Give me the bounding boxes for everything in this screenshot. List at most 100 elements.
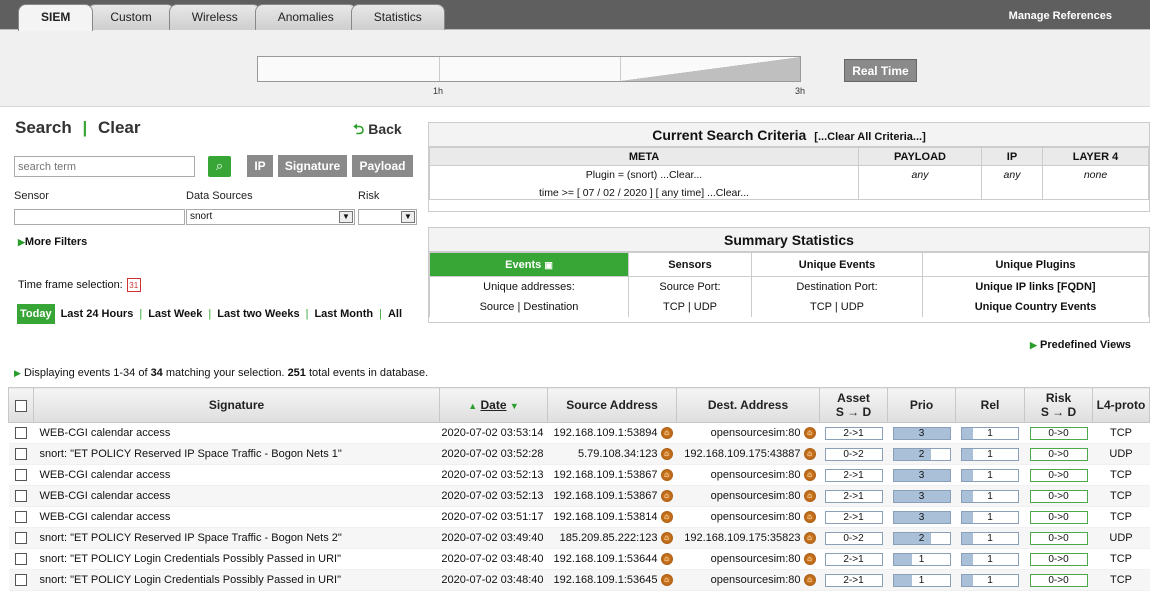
host-icon[interactable]: ⌂	[803, 469, 816, 482]
row-source[interactable]: 192.168.109.1:53894 ⌂	[547, 422, 677, 444]
criteria-meta-time[interactable]: time >= [ 07 / 02 / 2020 ] [ any time] .…	[430, 187, 858, 199]
payload-button[interactable]: Payload	[352, 155, 413, 177]
row-source[interactable]: 192.168.109.1:53645 ⌂	[547, 569, 677, 591]
row-source[interactable]: 192.168.109.1:53867 ⌂	[547, 485, 677, 507]
summary-dest-port[interactable]: Destination Port:	[751, 276, 923, 297]
host-icon[interactable]: ⌂	[803, 553, 816, 566]
row-dest[interactable]: 192.168.109.175:35823 ⌂	[676, 527, 820, 549]
row-signature[interactable]: snort: "ET POLICY Reserved IP Space Traf…	[33, 527, 440, 549]
calendar-icon[interactable]: 31	[126, 278, 141, 292]
search-input[interactable]	[14, 156, 195, 177]
host-icon[interactable]: ⌂	[803, 427, 816, 440]
table-row[interactable]: snort: "ET POLICY Login Credentials Poss…	[8, 548, 1150, 570]
table-row[interactable]: WEB-CGI calendar access 2020-07-02 03:53:…	[8, 422, 1150, 444]
host-icon[interactable]: ⌂	[660, 490, 673, 503]
table-row[interactable]: WEB-CGI calendar access 2020-07-02 03:52:…	[8, 464, 1150, 486]
row-signature[interactable]: snort: "ET POLICY Login Credentials Poss…	[33, 569, 440, 591]
col-dest-address[interactable]: Dest. Address	[676, 387, 820, 423]
time-link-month[interactable]: Last Month	[314, 308, 373, 320]
col-l4-proto[interactable]: L4-proto	[1092, 387, 1150, 423]
table-row[interactable]: WEB-CGI calendar access 2020-07-02 03:52:…	[8, 485, 1150, 507]
tab-custom[interactable]: Custom	[87, 4, 175, 30]
clear-all-criteria-link[interactable]: [...Clear All Criteria...]	[814, 131, 925, 143]
row-source[interactable]: 192.168.109.1:53814 ⌂	[547, 506, 677, 528]
realtime-button[interactable]: Real Time	[844, 59, 917, 82]
summary-src-dst[interactable]: Source | Destination	[429, 296, 629, 317]
time-link-two-weeks[interactable]: Last two Weeks	[217, 308, 299, 320]
row-source[interactable]: 192.168.109.1:53644 ⌂	[547, 548, 677, 570]
host-icon[interactable]: ⌂	[660, 532, 673, 545]
summary-tab-sensors[interactable]: Sensors	[628, 252, 752, 277]
col-prio[interactable]: Prio	[887, 387, 956, 423]
row-dest[interactable]: opensourcesim:80 ⌂	[676, 569, 820, 591]
row-dest[interactable]: opensourcesim:80 ⌂	[676, 506, 820, 528]
predefined-views-link[interactable]: ▶ Predefined Views	[1030, 339, 1131, 351]
summary-src-proto[interactable]: TCP | UDP	[628, 296, 752, 317]
col-rel[interactable]: Rel	[955, 387, 1025, 423]
tab-anomalies[interactable]: Anomalies	[254, 4, 357, 30]
host-icon[interactable]: ⌂	[660, 427, 673, 440]
clear-link[interactable]: Clear	[98, 118, 141, 137]
table-row[interactable]: snort: "ET POLICY Reserved IP Space Traf…	[8, 443, 1150, 465]
row-signature[interactable]: WEB-CGI calendar access	[33, 464, 440, 486]
row-source[interactable]: 5.79.108.34:123 ⌂	[547, 443, 677, 465]
timeline-graph[interactable]	[257, 56, 801, 82]
summary-source-port[interactable]: Source Port:	[628, 276, 752, 297]
row-signature[interactable]: WEB-CGI calendar access	[33, 422, 440, 444]
time-link-24h[interactable]: Last 24 Hours	[61, 308, 134, 320]
back-button[interactable]: ⮌ Back	[353, 119, 402, 143]
host-icon[interactable]: ⌂	[660, 448, 673, 461]
data-sources-select[interactable]: snort ▼	[186, 209, 355, 225]
select-all-checkbox[interactable]	[15, 399, 27, 412]
row-source[interactable]: 185.209.85.222:123 ⌂	[547, 527, 677, 549]
row-checkbox[interactable]	[15, 490, 27, 503]
col-risk[interactable]: Risk S → D	[1024, 387, 1093, 423]
sensor-field[interactable]	[14, 209, 185, 225]
col-signature[interactable]: Signature	[33, 387, 440, 423]
row-checkbox[interactable]	[15, 448, 27, 461]
row-checkbox[interactable]	[15, 532, 27, 545]
row-dest[interactable]: opensourcesim:80 ⌂	[676, 422, 820, 444]
host-icon[interactable]: ⌂	[660, 553, 673, 566]
col-asset[interactable]: Asset S → D	[819, 387, 888, 423]
col-date[interactable]: ▲ Date ▼	[439, 387, 548, 423]
tab-wireless[interactable]: Wireless	[168, 4, 261, 30]
time-link-today[interactable]: Today	[17, 304, 55, 324]
row-signature[interactable]: snort: "ET POLICY Login Credentials Poss…	[33, 548, 440, 570]
summary-tab-unique-events[interactable]: Unique Events	[751, 252, 923, 277]
summary-unique-country[interactable]: Unique Country Events	[922, 296, 1149, 317]
table-row[interactable]: snort: "ET POLICY Reserved IP Space Traf…	[8, 527, 1150, 549]
row-dest[interactable]: opensourcesim:80 ⌂	[676, 548, 820, 570]
host-icon[interactable]: ⌂	[803, 511, 816, 524]
host-icon[interactable]: ⌂	[803, 490, 816, 503]
time-link-all[interactable]: All	[388, 308, 402, 320]
ip-button[interactable]: IP	[247, 155, 273, 177]
row-source[interactable]: 192.168.109.1:53867 ⌂	[547, 464, 677, 486]
manage-references-link[interactable]: Manage References	[1009, 10, 1112, 22]
row-dest[interactable]: 192.168.109.175:43887 ⌂	[676, 443, 820, 465]
host-icon[interactable]: ⌂	[803, 532, 816, 545]
summary-tab-unique-plugins[interactable]: Unique Plugins	[922, 252, 1149, 277]
row-signature[interactable]: snort: "ET POLICY Reserved IP Space Traf…	[33, 443, 440, 465]
row-signature[interactable]: WEB-CGI calendar access	[33, 506, 440, 528]
summary-dst-proto[interactable]: TCP | UDP	[751, 296, 923, 317]
row-checkbox[interactable]	[15, 469, 27, 482]
row-dest[interactable]: opensourcesim:80 ⌂	[676, 464, 820, 486]
row-dest[interactable]: opensourcesim:80 ⌂	[676, 485, 820, 507]
host-icon[interactable]: ⌂	[803, 574, 816, 587]
table-row[interactable]: snort: "ET POLICY Login Credentials Poss…	[8, 569, 1150, 591]
row-checkbox[interactable]	[15, 574, 27, 587]
search-go-button[interactable]: ⌕	[208, 156, 231, 177]
host-icon[interactable]: ⌂	[660, 574, 673, 587]
row-checkbox[interactable]	[15, 511, 27, 524]
search-title[interactable]: Search	[15, 118, 72, 137]
criteria-meta-plugin[interactable]: Plugin = (snort) ...Clear...	[430, 169, 858, 181]
signature-button[interactable]: Signature	[278, 155, 347, 177]
col-source-address[interactable]: Source Address	[547, 387, 677, 423]
row-checkbox[interactable]	[15, 427, 27, 440]
host-icon[interactable]: ⌂	[660, 469, 673, 482]
summary-unique-ip-links[interactable]: Unique IP links [FQDN]	[922, 276, 1149, 297]
row-signature[interactable]: WEB-CGI calendar access	[33, 485, 440, 507]
summary-tab-events[interactable]: Events ▣	[429, 252, 629, 277]
summary-unique-addresses[interactable]: Unique addresses:	[429, 276, 629, 297]
